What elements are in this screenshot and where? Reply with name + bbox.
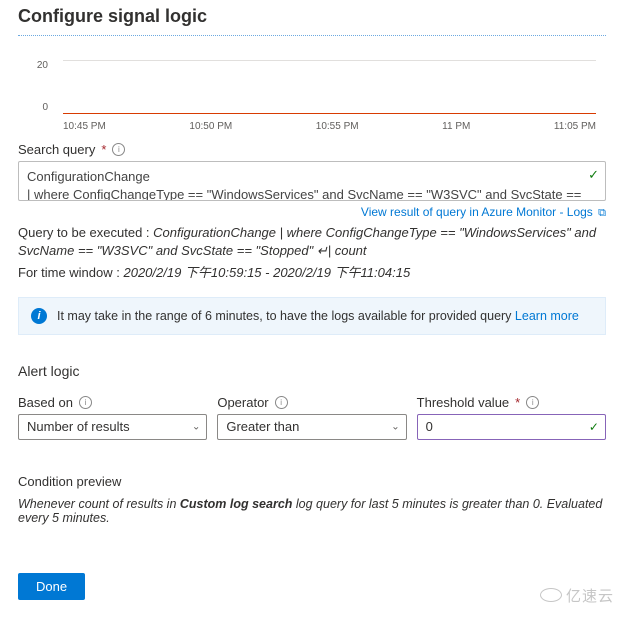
chart-series-line	[63, 113, 596, 114]
x-tick: 11 PM	[442, 121, 470, 132]
view-result-link[interactable]: View result of query in Azure Monitor - …	[361, 205, 593, 219]
cloud-icon	[540, 588, 562, 602]
chevron-down-icon: ⌄	[192, 421, 200, 432]
info-icon[interactable]: i	[79, 396, 92, 409]
x-tick: 10:55 PM	[316, 121, 359, 132]
info-text: It may take in the range of 6 minutes, t…	[57, 309, 511, 323]
y-tick-0: 0	[18, 102, 48, 113]
condition-preview-text: Whenever count of results in Custom log …	[18, 497, 606, 525]
threshold-label: Threshold value * i	[417, 395, 606, 410]
chevron-down-icon: ⌄	[391, 421, 399, 432]
condition-preview-heading: Condition preview	[18, 474, 606, 489]
watermark: 亿速云	[540, 585, 614, 606]
valid-check-icon: ✓	[589, 420, 599, 434]
search-query-label: Search query * i	[18, 142, 606, 157]
external-link-icon: ⧉	[598, 207, 606, 219]
info-icon: i	[31, 308, 47, 324]
based-on-select[interactable]: Number of results ⌄	[18, 414, 207, 440]
info-icon[interactable]: i	[112, 143, 125, 156]
threshold-input[interactable]: 0 ✓	[417, 414, 606, 440]
query-line: ConfigurationChange	[27, 168, 597, 186]
x-tick: 10:50 PM	[189, 121, 232, 132]
search-query-input[interactable]: ConfigurationChange | where ConfigChange…	[18, 161, 606, 201]
info-icon[interactable]: i	[526, 396, 539, 409]
operator-select[interactable]: Greater than ⌄	[217, 414, 406, 440]
info-icon[interactable]: i	[275, 396, 288, 409]
query-executed-text: Query to be executed : ConfigurationChan…	[18, 224, 606, 260]
operator-label: Operator i	[217, 395, 406, 410]
x-tick: 11:05 PM	[554, 121, 596, 132]
learn-more-link[interactable]: Learn more	[515, 309, 579, 323]
time-window-text: For time window : 2020/2/19 下午10:59:15 -…	[18, 264, 606, 282]
based-on-label: Based on i	[18, 395, 207, 410]
info-banner: i It may take in the range of 6 minutes,…	[18, 297, 606, 335]
y-tick-20: 20	[18, 60, 48, 71]
valid-check-icon: ✓	[588, 166, 599, 184]
chart-x-axis: 10:45 PM 10:50 PM 10:55 PM 11 PM 11:05 P…	[63, 121, 596, 132]
preview-chart: 20 0 10:45 PM 10:50 PM 10:55 PM 11 PM 11…	[18, 46, 606, 134]
alert-logic-heading: Alert logic	[18, 363, 606, 379]
query-line: | where ConfigChangeType == "WindowsServ…	[27, 186, 597, 201]
done-button[interactable]: Done	[18, 573, 85, 600]
x-tick: 10:45 PM	[63, 121, 106, 132]
page-title: Configure signal logic	[18, 0, 606, 35]
divider	[18, 35, 606, 36]
